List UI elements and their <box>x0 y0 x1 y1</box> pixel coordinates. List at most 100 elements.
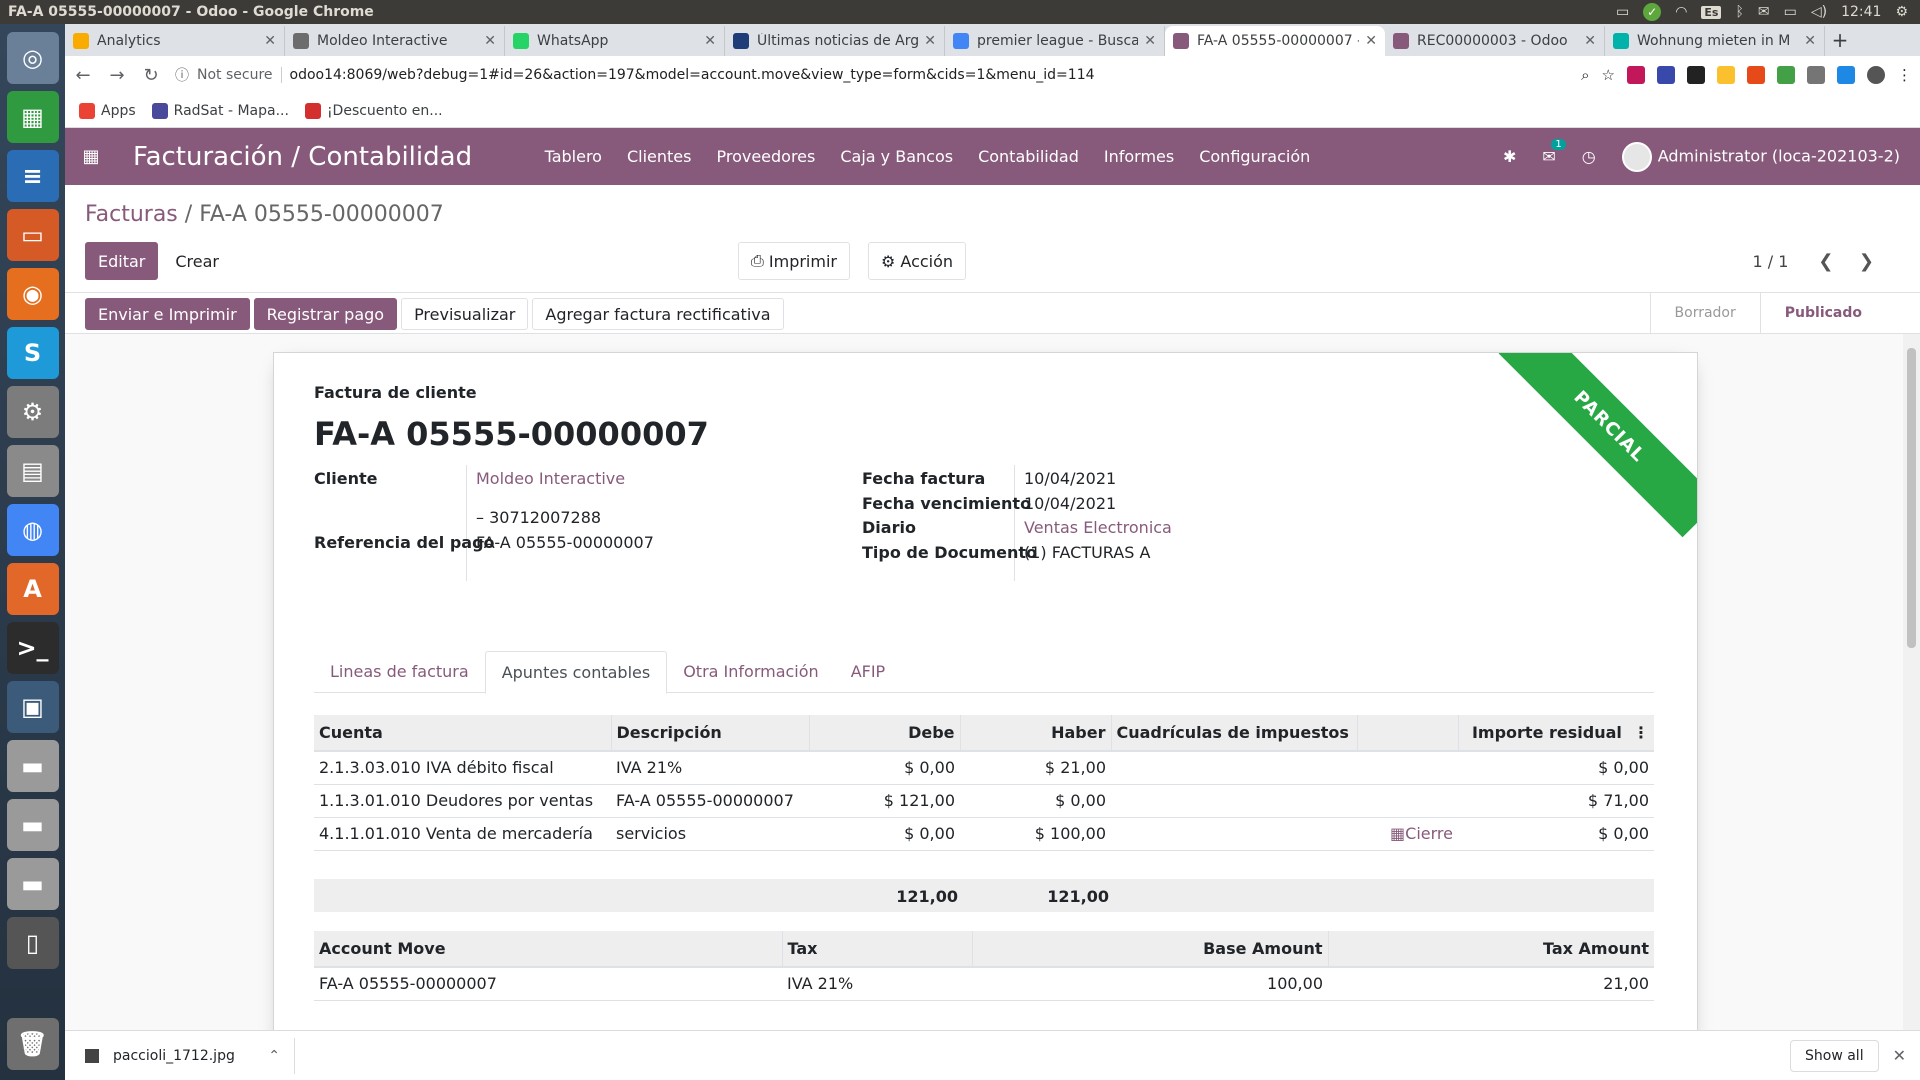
page-scrollbar[interactable] <box>1903 334 1920 1030</box>
tab-close-icon[interactable]: ✕ <box>1144 33 1156 49</box>
settings-icon[interactable]: ⚙ <box>6 386 59 438</box>
volume-icon[interactable]: ◁) <box>1811 4 1827 20</box>
print-button[interactable]: ⎙ Imprimir <box>738 242 850 280</box>
chrome-icon[interactable]: ◍ <box>6 504 59 556</box>
col-tax[interactable]: Tax <box>782 931 973 968</box>
bookmark-item[interactable]: ¡Descuento en... <box>304 102 443 119</box>
bookmark-item[interactable]: RadSat - Mapa... <box>151 102 289 119</box>
extension-icon-7[interactable] <box>1807 66 1825 84</box>
notebook-tab[interactable]: AFIP <box>835 651 902 693</box>
profile-icon[interactable] <box>1867 66 1885 84</box>
back-icon[interactable]: ← <box>73 65 93 86</box>
browser-tab[interactable]: Moldeo Interactive ✕ <box>285 26 505 56</box>
scrollbar-thumb[interactable] <box>1907 348 1916 648</box>
cliente-link[interactable]: Moldeo Interactive <box>476 469 625 488</box>
chevron-up-icon[interactable]: ⌃ <box>268 1048 280 1064</box>
browser-tab[interactable]: FA-A 05555-00000007 - (✕ <box>1165 26 1385 56</box>
firefox-icon[interactable]: ◉ <box>6 268 59 320</box>
apps-menu-icon[interactable]: ▦ <box>71 146 111 167</box>
drive-icon-1[interactable]: ▬ <box>6 740 59 792</box>
notebook-tab[interactable]: Otra Información <box>667 651 834 693</box>
user-menu[interactable]: Administrator (loca-202103-2) <box>1621 141 1900 172</box>
menu-item[interactable]: Configuración <box>1187 147 1323 166</box>
table-row[interactable]: 1.1.3.01.010 Deudores por ventas FA-A 055… <box>314 784 1654 818</box>
extension-icon-5[interactable] <box>1747 66 1765 84</box>
tab-close-icon[interactable]: ✕ <box>924 33 936 49</box>
statusbar-button[interactable]: Agregar factura rectificativa <box>532 298 784 330</box>
extension-icon-4[interactable] <box>1717 66 1735 84</box>
journal-link[interactable]: Ventas Electronica <box>1024 518 1172 537</box>
pager-value[interactable]: 1 / 1 <box>1752 252 1788 271</box>
mail-icon[interactable]: ✉ <box>1758 4 1770 20</box>
col-cuenta[interactable]: Cuenta <box>314 715 612 752</box>
action-button[interactable]: ⚙ Acción <box>867 242 967 280</box>
browser-tab[interactable]: Últimas noticias de Arg ✕ <box>725 26 945 56</box>
tab-close-icon[interactable]: ✕ <box>1804 33 1816 49</box>
reload-icon[interactable]: ↻ <box>141 65 161 86</box>
spreadsheet-icon[interactable]: ▦ <box>6 91 59 143</box>
create-button[interactable]: Crear <box>162 242 232 280</box>
display-icon[interactable]: ▭ <box>1616 4 1629 20</box>
device-icon[interactable]: ▯ <box>6 917 59 969</box>
state-publicado[interactable]: Publicado <box>1759 293 1886 333</box>
trash-icon[interactable]: 🗑 <box>6 1018 59 1070</box>
software-center-icon[interactable]: A <box>6 563 59 615</box>
col-descripcion[interactable]: Descripción <box>611 715 810 752</box>
extension-icon-2[interactable] <box>1657 66 1675 84</box>
optional-columns-icon[interactable]: ⋮ <box>1633 723 1649 742</box>
col-haber[interactable]: Haber <box>960 715 1112 752</box>
skype-icon[interactable]: S <box>6 327 59 379</box>
terminal-icon[interactable]: >_ <box>6 622 59 674</box>
menu-item[interactable]: Clientes <box>614 147 704 166</box>
notebook-tab[interactable]: Lineas de factura <box>314 651 485 693</box>
browser-tab[interactable]: WhatsApp ✕ <box>505 26 725 56</box>
workspace-icon[interactable]: ▣ <box>6 681 59 733</box>
info-icon[interactable]: ⓘ <box>175 65 189 85</box>
app-brand[interactable]: Facturación / Contabilidad <box>133 142 472 172</box>
statusbar-button[interactable]: Enviar e Imprimir <box>85 298 250 330</box>
new-tab-icon[interactable]: + <box>1825 26 1855 56</box>
show-all-button[interactable]: Show all <box>1790 1039 1879 1072</box>
battery-icon[interactable]: ▭ <box>1784 4 1797 20</box>
menu-item[interactable]: Caja y Bancos <box>828 147 966 166</box>
drive-icon-2[interactable]: ▬ <box>6 799 59 851</box>
statusbar-button[interactable]: Previsualizar <box>401 298 529 330</box>
impress-icon[interactable]: ▭ <box>6 209 59 261</box>
breadcrumb-parent[interactable]: Facturas <box>85 202 178 227</box>
pager-previous-icon[interactable]: ❮ <box>1818 251 1833 272</box>
address-bar[interactable]: ⓘ Not secure odoo14:8069/web?debug=1#id=… <box>175 61 1567 89</box>
extension-icon-1[interactable] <box>1627 66 1645 84</box>
reconcile-link[interactable]: ▦Cierre <box>1390 824 1453 843</box>
col-account-move[interactable]: Account Move <box>314 931 783 968</box>
table-row[interactable]: 4.1.1.01.010 Venta de mercadería servicio… <box>314 817 1654 851</box>
menu-item[interactable]: Contabilidad <box>966 147 1092 166</box>
browser-menu-icon[interactable]: ⋮ <box>1897 66 1912 84</box>
close-icon[interactable]: ✕ <box>1893 1046 1906 1065</box>
bookmark-item[interactable]: Apps <box>79 102 136 119</box>
sync-check-icon[interactable]: ✓ <box>1643 3 1662 21</box>
col-tax-grids[interactable]: Cuadrículas de impuestos <box>1111 715 1358 752</box>
zoom-icon[interactable]: ⌕ <box>1581 66 1589 84</box>
url-text[interactable]: odoo14:8069/web?debug=1#id=26&action=197… <box>290 67 1095 83</box>
tab-close-icon[interactable]: ✕ <box>264 33 276 49</box>
clock[interactable]: 12:41 <box>1841 4 1881 20</box>
table-row[interactable]: 2.1.3.03.010 IVA débito fiscal IVA 21% $ 0… <box>314 751 1654 785</box>
tab-close-icon[interactable]: ✕ <box>704 33 716 49</box>
state-borrador[interactable]: Borrador <box>1649 293 1760 333</box>
ubuntu-dash-icon[interactable]: ◎ <box>6 32 59 84</box>
notebook-tab[interactable]: Apuntes contables <box>484 651 668 694</box>
browser-tab[interactable]: REC00000003 - Odoo ✕ <box>1385 26 1605 56</box>
activity-clock-icon[interactable]: ◷ <box>1582 147 1596 166</box>
forward-icon[interactable]: → <box>107 65 127 86</box>
browser-tab[interactable]: Analytics ✕ <box>65 26 285 56</box>
col-tax-amount[interactable]: Tax Amount <box>1328 931 1654 968</box>
bluetooth-icon[interactable]: ᛒ <box>1735 4 1743 20</box>
edit-button[interactable]: Editar <box>85 242 159 280</box>
writer-icon[interactable]: ≡ <box>6 150 59 202</box>
extension-icon-3[interactable] <box>1687 66 1705 84</box>
browser-tab[interactable]: Wohnung mieten in M ✕ <box>1605 26 1825 56</box>
menu-item[interactable]: Proveedores <box>704 147 828 166</box>
keyboard-layout[interactable]: Es <box>1701 5 1722 19</box>
chat-icon[interactable]: ✉ 1 <box>1542 139 1566 166</box>
extension-icon-8[interactable] <box>1837 66 1855 84</box>
